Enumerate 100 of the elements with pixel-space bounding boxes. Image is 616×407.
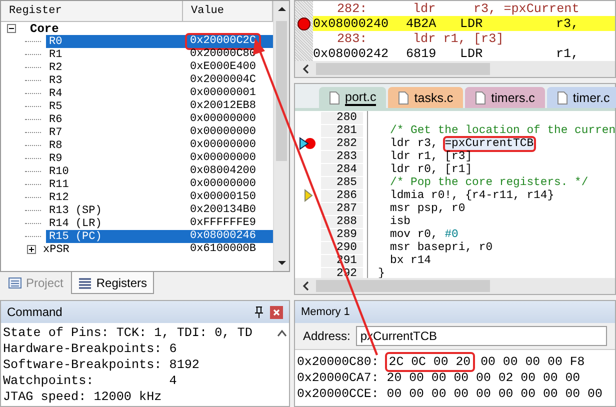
mnemonic-text: LDR (460, 16, 484, 30)
output-line: Software-Breakpoints: 8192 (3, 357, 200, 373)
panel-title: Memory 1 (301, 306, 350, 318)
line-number: 290 (321, 242, 363, 254)
memory-bytes: 00 00 00 00 F8 (480, 354, 585, 370)
line-number: 280 (321, 112, 363, 124)
output-line: Watchpoints: 4 (3, 373, 178, 389)
register-name[interactable]: R9 (46, 152, 182, 164)
register-value[interactable]: 0x00000000 (187, 139, 260, 152)
code-line: ldmia r0!, {r4-r11, r14} (389, 190, 554, 202)
register-value[interactable]: 0x20012EB8 (187, 100, 260, 113)
register-name[interactable]: R7 (46, 126, 182, 138)
output-line: JTAG speed: 12000 kHz (3, 389, 163, 405)
pin-icon[interactable] (254, 306, 264, 318)
register-name[interactable]: R3 (46, 74, 182, 86)
panel-tab[interactable]: Registers (71, 272, 154, 294)
document-icon (556, 90, 568, 104)
code-line: bx r14 (389, 254, 432, 266)
source-code: ldr r3, =pxCurrent (413, 2, 580, 16)
breakpoint-current-line-icon[interactable] (299, 137, 317, 150)
register-value[interactable]: 0x00000001 (187, 87, 260, 100)
file-tab[interactable]: timer.c (546, 87, 616, 108)
code-line: /* Get the location of the curren (389, 124, 615, 136)
register-name[interactable]: R13 (SP) (46, 204, 182, 216)
register-name[interactable]: R1 (46, 48, 182, 60)
memory-bytes: 00 00 00 00 00 00 00 00 00 00 (386, 386, 602, 402)
register-name[interactable]: R8 (46, 140, 182, 152)
register-name[interactable]: R10 (46, 166, 182, 178)
register-value[interactable]: 0x2000004C (187, 74, 260, 87)
collapse-icon[interactable] (7, 24, 16, 33)
address-text: 0x08000242 (313, 46, 390, 60)
memory-bytes: 2C 0C 00 20 (386, 354, 473, 370)
opcode-text: 4B2A (406, 16, 438, 30)
code-line: msr psp, r0 (389, 202, 466, 214)
column-header[interactable]: Register (1, 1, 183, 21)
output-line: Hardware-Breakpoints: 6 (3, 341, 178, 357)
document-icon (398, 90, 410, 104)
register-name[interactable]: R14 (LR) (46, 218, 182, 230)
register-value[interactable]: 0x00000000 (187, 178, 260, 191)
register-value[interactable]: 0x00000000 (187, 152, 260, 165)
vertical-scrollbar[interactable] (273, 1, 289, 271)
register-value[interactable]: 0x00000000 (187, 113, 260, 126)
file-tab[interactable]: port.c (319, 87, 386, 108)
line-number: 281 (321, 124, 363, 136)
horizontal-scrollbar[interactable] (295, 61, 615, 77)
register-name[interactable]: R4 (46, 88, 182, 100)
register-value[interactable]: 0x20000C80 (187, 48, 260, 61)
breakpoint-icon[interactable] (297, 16, 311, 30)
register-value[interactable]: 0x00000000 (187, 126, 260, 139)
register-name[interactable]: R0 (46, 36, 182, 48)
register-value[interactable]: 0xFFFFFFE9 (187, 217, 260, 230)
register-value[interactable]: 0x08004200 (187, 165, 260, 178)
register-value[interactable]: 0x00000150 (187, 191, 260, 204)
line-number: 283 (321, 150, 363, 162)
code-line: msr basepri, r0 (389, 242, 493, 254)
register-name[interactable]: R5 (46, 100, 182, 112)
project-icon (8, 277, 22, 289)
memory-address: 0x20000CA7: (297, 370, 379, 386)
source-code: ldr r1, [r3] (413, 32, 504, 46)
memory-bytes: 20 00 00 00 00 02 00 00 00 (386, 370, 580, 386)
breakpoint-gutter[interactable] (295, 1, 313, 61)
line-number: 284 (321, 164, 363, 176)
output-line: State of Pins: TCK: 1, TDI: 0, TD (3, 325, 254, 341)
line-number: 289 (321, 228, 363, 240)
close-button[interactable] (270, 306, 283, 318)
register-name[interactable]: xPSR (40, 244, 176, 256)
register-name[interactable]: R6 (46, 114, 182, 126)
register-name[interactable]: R2 (46, 62, 182, 74)
address-text: 0x08000240 (313, 16, 390, 30)
file-tab[interactable]: timers.c (465, 87, 545, 108)
registers-icon (78, 276, 92, 288)
instruction-row[interactable]: 0x08000240 4B2A LDR r3, (313, 16, 615, 31)
register-name[interactable]: R11 (46, 178, 182, 190)
code-line: isb (389, 216, 411, 228)
register-name[interactable]: R15 (PC) (46, 230, 182, 242)
register-name[interactable]: R12 (46, 192, 182, 204)
code-line: ldr r0, [r1] (389, 164, 472, 176)
operands-text: r1, (556, 46, 579, 60)
expand-icon[interactable] (27, 245, 36, 254)
line-number: 285 (321, 176, 363, 188)
panel-title: Command (7, 305, 64, 319)
register-value[interactable]: 0x08000246 (187, 230, 260, 243)
register-value[interactable]: 0xE000E400 (187, 61, 260, 74)
document-icon (475, 90, 486, 104)
opcode-text: 6819 (406, 46, 438, 60)
instruction-row[interactable]: 0x08000242 6819 LDR r1, (313, 46, 615, 61)
code-line: mov r0, #0 (389, 228, 458, 240)
call-stack-arrow-icon (304, 189, 312, 202)
line-number: 288 (321, 216, 363, 228)
horizontal-scrollbar[interactable] (295, 278, 615, 294)
address-label: Address: (303, 329, 350, 343)
operands-text: r3, (556, 16, 579, 30)
file-tab[interactable]: tasks.c (388, 87, 464, 108)
register-name[interactable]: Core (30, 22, 59, 36)
source-line-number: 283: (336, 32, 368, 46)
line-number: 282 (321, 138, 363, 150)
register-value[interactable]: 0x200134B0 (187, 204, 260, 217)
document-icon (329, 90, 340, 104)
register-value[interactable]: 0x6100000B (187, 243, 260, 256)
code-line: ldr r1, [r3] (389, 150, 472, 162)
